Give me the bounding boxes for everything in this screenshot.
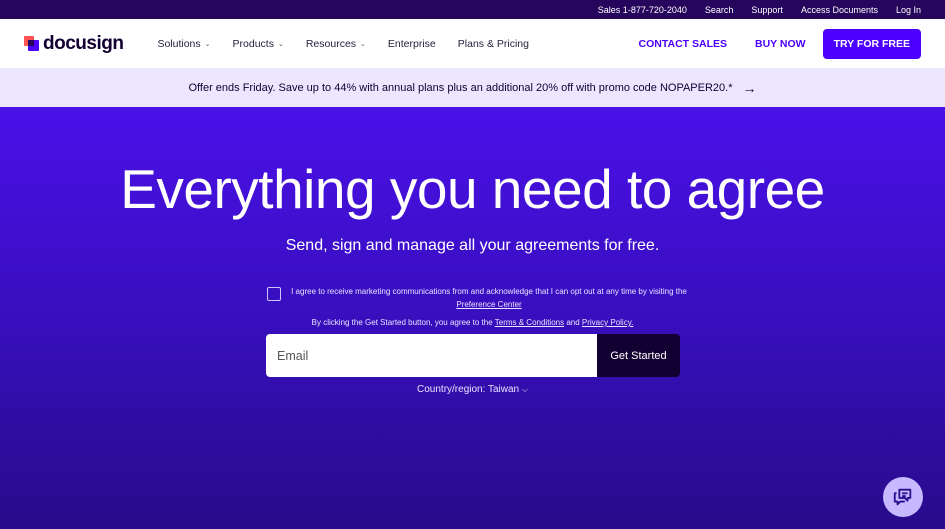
arrow-right-icon[interactable]: →: [743, 80, 757, 96]
nav-enterprise-label: Enterprise: [387, 37, 436, 50]
nav-links: Solutions ⌄ Products ⌄ Resources ⌄ Enter…: [157, 38, 529, 50]
chat-bubbles-icon: [893, 488, 912, 506]
country-selector: Country/region: Taiwan ⌵: [0, 384, 945, 395]
nav-solutions-label: Solutions: [157, 37, 201, 50]
marketing-consent-checkbox[interactable]: [267, 287, 281, 301]
nav-resources-label: Resources: [305, 37, 357, 50]
chat-button[interactable]: [883, 477, 923, 517]
utility-bar: Sales 1-877-720-2040 Search Support Acce…: [0, 0, 945, 19]
nav-products-label: Products: [232, 37, 274, 50]
contact-sales-link[interactable]: CONTACT SALES: [639, 38, 727, 50]
hero-subtitle: Send, sign and manage all your agreement…: [285, 237, 660, 254]
privacy-policy-link[interactable]: Privacy Policy.: [582, 318, 633, 327]
country-selector-button[interactable]: Country/region: Taiwan ⌵: [417, 384, 528, 395]
promo-banner[interactable]: Offer ends Friday. Save up to 44% with a…: [0, 68, 945, 107]
chevron-down-icon: ⌵: [521, 385, 528, 394]
marketing-consent: I agree to receive marketing communicati…: [267, 285, 687, 311]
consent-text-body: I agree to receive marketing communicati…: [291, 287, 687, 296]
preference-center-link[interactable]: Preference Center: [456, 300, 521, 309]
access-documents-link[interactable]: Access Documents: [801, 5, 878, 15]
try-for-free-button[interactable]: TRY FOR FREE: [822, 28, 921, 59]
nav-plans-pricing-label: Plans & Pricing: [457, 37, 529, 50]
nav-solutions[interactable]: Solutions ⌄: [157, 38, 210, 50]
login-link[interactable]: Log In: [896, 5, 921, 15]
search-link[interactable]: Search: [705, 5, 734, 15]
nav-products[interactable]: Products ⌄: [233, 38, 284, 50]
nav-actions: CONTACT SALES BUY NOW TRY FOR FREE: [639, 28, 921, 59]
docusign-logo-icon: [24, 36, 39, 51]
consent-text: I agree to receive marketing communicati…: [291, 285, 687, 311]
main-nav: docusign Solutions ⌄ Products ⌄ Resource…: [0, 19, 945, 68]
terms-notice: By clicking the Get Started button, you …: [0, 318, 945, 327]
terms-conditions-link[interactable]: Terms & Conditions: [495, 318, 564, 327]
email-input[interactable]: [266, 334, 597, 377]
hero-section: Everything you need to agree Send, sign …: [0, 107, 945, 529]
nav-enterprise[interactable]: Enterprise: [388, 38, 436, 50]
signup-form: Get Started: [266, 334, 680, 377]
nav-plans-pricing[interactable]: Plans & Pricing: [458, 38, 529, 50]
chevron-down-icon: ⌄: [277, 40, 284, 48]
get-started-button[interactable]: Get Started: [597, 334, 680, 377]
docusign-logo[interactable]: docusign: [24, 32, 124, 55]
buy-now-link[interactable]: BUY NOW: [755, 38, 806, 50]
nav-resources[interactable]: Resources ⌄: [306, 38, 366, 50]
hero-title: Everything you need to agree: [120, 158, 825, 220]
terms-prefix: By clicking the Get Started button, you …: [311, 318, 495, 327]
support-link[interactable]: Support: [751, 5, 783, 15]
chevron-down-icon: ⌄: [204, 40, 211, 48]
terms-and: and: [564, 318, 582, 327]
chevron-down-icon: ⌄: [360, 40, 366, 48]
logo-text: docusign: [43, 32, 124, 54]
sales-phone-link[interactable]: Sales 1-877-720-2040: [598, 5, 687, 15]
promo-text: Offer ends Friday. Save up to 44% with a…: [188, 81, 733, 94]
country-label: Country/region: Taiwan: [417, 384, 520, 395]
